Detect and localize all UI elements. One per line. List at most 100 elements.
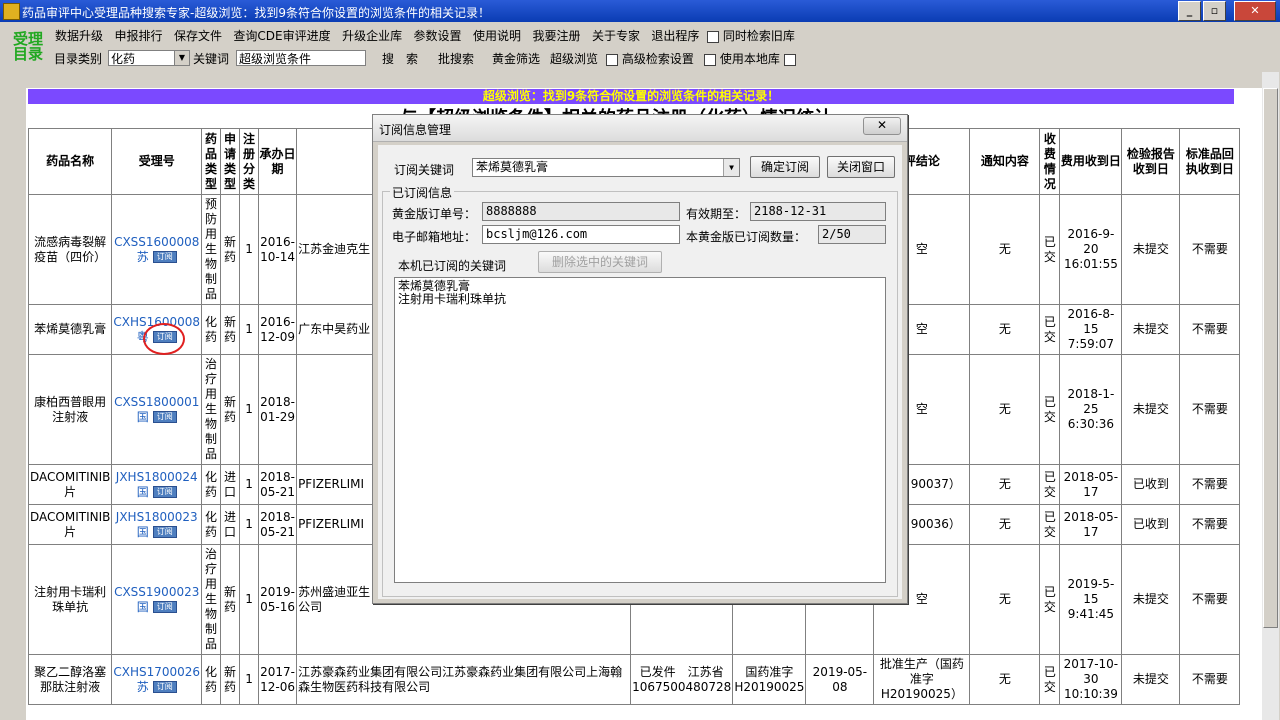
cell-std: 不需要 <box>1179 354 1241 465</box>
vertical-scrollbar[interactable] <box>1262 72 1279 720</box>
acceptance-link[interactable]: CXHS1700026 <box>113 665 200 679</box>
header-check-report[interactable]: 检验报告收到日 <box>1121 128 1181 195</box>
acceptance-link[interactable]: CXSS1800001 <box>114 395 199 409</box>
local-db-checkbox[interactable] <box>704 53 716 66</box>
order-label: 黄金版订单号： <box>392 207 477 221</box>
dialog-body: 订阅关键词 苯烯莫德乳膏 ▼ 确定订阅 关闭窗口 已订阅信息 黄金版订单号： 8… <box>378 145 902 599</box>
province: 苏 <box>136 679 149 694</box>
cell-col10: 2019-05-08 <box>805 654 875 705</box>
cell-check: 未提交 <box>1121 354 1181 465</box>
search-button[interactable]: 搜 索 <box>382 50 418 68</box>
header-reg-class[interactable]: 注册分类 <box>239 128 260 195</box>
menu-save-file[interactable]: 保存文件 <box>174 29 222 43</box>
menu-upgrade[interactable]: 数据升级 <box>55 29 103 43</box>
cell-apply-type: 新药 <box>220 354 241 465</box>
header-acceptance-no[interactable]: 受理号 <box>111 128 203 195</box>
logo-line2: 目录 <box>12 45 43 63</box>
chevron-down-icon[interactable]: ▼ <box>723 159 739 176</box>
super-browse-button[interactable]: 超级浏览 <box>550 50 598 68</box>
cell-reg-class: 1 <box>239 354 260 465</box>
acceptance-link[interactable]: CXSS1600008 <box>114 235 199 249</box>
cell-fee: 已交 <box>1039 194 1061 305</box>
expire-label: 有效期至： <box>686 207 747 221</box>
header-notice[interactable]: 通知内容 <box>969 128 1041 195</box>
cell-apply-type: 进口 <box>220 464 241 505</box>
cell-drug-name: DACOMITINIB片 <box>27 464 113 505</box>
province: 国 <box>136 409 149 424</box>
table-row[interactable]: 聚乙二醇洛塞那肽注射液 CXHS1700026 苏订阅 化药 新药 1 2017-… <box>27 654 1241 705</box>
header-drug-name[interactable]: 药品名称 <box>27 128 113 195</box>
gold-filter-button[interactable]: 黄金筛选 <box>492 50 540 68</box>
subscribe-button[interactable]: 订阅 <box>152 251 177 263</box>
cell-notice: 无 <box>969 464 1041 505</box>
cell-acceptance-no[interactable]: CXSS1900023 国订阅 <box>111 544 203 655</box>
menu-register[interactable]: 我要注册 <box>532 29 580 43</box>
header-fee-status[interactable]: 收费情况 <box>1039 128 1061 195</box>
subscribe-button[interactable]: 订阅 <box>152 486 177 498</box>
advanced-checkbox[interactable] <box>606 53 618 66</box>
subscribe-button[interactable]: 订阅 <box>152 526 177 538</box>
expire-field[interactable]: 2188-12-31 <box>750 202 886 221</box>
keyword-input[interactable]: 超级浏览条件 <box>236 50 366 66</box>
chevron-down-icon[interactable]: ▼ <box>174 51 189 65</box>
category-select[interactable]: 化药 ▼ <box>108 50 190 66</box>
local-db-checkbox-2[interactable] <box>783 53 796 66</box>
confirm-subscribe-button[interactable]: 确定订阅 <box>750 156 820 178</box>
cell-drug-type: 化药 <box>201 654 222 705</box>
menu-help[interactable]: 使用说明 <box>473 29 521 43</box>
subscription-dialog: 订阅信息管理 ✕ 订阅关键词 苯烯莫德乳膏 ▼ 确定订阅 关闭窗口 已订阅信息 … <box>372 114 908 604</box>
subscribe-button[interactable]: 订阅 <box>152 601 177 613</box>
cell-fee-date: 2017-10-30 10:10:39 <box>1059 654 1123 705</box>
cell-acceptance-no[interactable]: CXHS1700026 苏订阅 <box>111 654 203 705</box>
old-db-checkbox[interactable] <box>707 30 720 43</box>
subscribe-button[interactable]: 订阅 <box>152 411 177 423</box>
menu-ranking[interactable]: 申报排行 <box>114 29 162 43</box>
subscribe-button[interactable]: 订阅 <box>152 681 177 693</box>
dialog-close-icon[interactable]: ✕ <box>863 117 901 135</box>
email-field[interactable]: bcsljm@126.com <box>482 225 680 244</box>
menu-about[interactable]: 关于专家 <box>592 29 640 43</box>
menu-cde-progress[interactable]: 查询CDE审评进度 <box>233 29 330 43</box>
cell-reg-class: 1 <box>239 304 260 355</box>
cell-std: 不需要 <box>1179 654 1241 705</box>
acceptance-link[interactable]: JXHS1800023 <box>116 510 198 524</box>
sub-keyword-select[interactable]: 苯烯莫德乳膏 ▼ <box>472 158 740 177</box>
order-field[interactable]: 8888888 <box>482 202 680 221</box>
acceptance-link[interactable]: CXSS1900023 <box>114 585 199 599</box>
menu-bar: 数据升级 申报排行 保存文件 查询CDE审评进度 升级企业库 参数设置 使用说明… <box>55 27 795 43</box>
keyword-list[interactable]: 苯烯莫德乳膏 注射用卡瑞利珠单抗 <box>394 277 886 583</box>
app-icon <box>3 3 20 20</box>
cell-acceptance-no[interactable]: CXSS1800001 国订阅 <box>111 354 203 465</box>
window-titlebar: 药品审评中心受理品种搜索专家-超级浏览：找到9条符合你设置的浏览条件的相关记录！… <box>0 0 1280 22</box>
menu-company-db[interactable]: 升级企业库 <box>342 29 402 43</box>
batch-search-button[interactable]: 批搜索 <box>438 50 474 68</box>
list-item[interactable]: 注射用卡瑞利珠单抗 <box>398 293 882 306</box>
menu-settings[interactable]: 参数设置 <box>414 29 462 43</box>
cell-acceptance-no[interactable]: JXHS1800023 国订阅 <box>111 504 203 545</box>
result-banner: 超级浏览：找到9条符合你设置的浏览条件的相关记录！ <box>28 89 1234 104</box>
cell-acceptance-no[interactable]: JXHS1800024 国订阅 <box>111 464 203 505</box>
cell-std: 不需要 <box>1179 464 1241 505</box>
province: 国 <box>136 484 149 499</box>
cell-fee: 已交 <box>1039 354 1061 465</box>
cell-fee: 已交 <box>1039 654 1061 705</box>
cell-drug-type: 预防用生物制品 <box>201 194 222 305</box>
count-field[interactable]: 2/50 <box>818 225 886 244</box>
sub-keyword-label: 订阅关键词 <box>394 163 455 177</box>
scroll-thumb[interactable] <box>1263 88 1278 628</box>
acceptance-link[interactable]: JXHS1800024 <box>116 470 198 484</box>
menu-exit[interactable]: 退出程序 <box>651 29 699 43</box>
header-apply-type[interactable]: 申请类型 <box>220 128 241 195</box>
cell-drug-name: 聚乙二醇洛塞那肽注射液 <box>27 654 113 705</box>
minimize-button[interactable]: _ <box>1178 1 1201 21</box>
close-window-button[interactable]: ✕ <box>1234 1 1276 21</box>
close-dialog-button[interactable]: 关闭窗口 <box>827 156 895 178</box>
header-std-receipt[interactable]: 标准品回执收到日 <box>1179 128 1241 195</box>
header-drug-type[interactable]: 药品类型 <box>201 128 222 195</box>
maximize-button[interactable]: ▫ <box>1203 1 1226 21</box>
cell-acceptance-no[interactable]: CXSS1600008 苏订阅 <box>111 194 203 305</box>
cell-reg-class: 1 <box>239 504 260 545</box>
header-date[interactable]: 承办日期 <box>258 128 298 195</box>
delete-keyword-button[interactable]: 删除选中的关键词 <box>538 251 662 273</box>
header-fee-date[interactable]: 费用收到日 <box>1059 128 1123 195</box>
